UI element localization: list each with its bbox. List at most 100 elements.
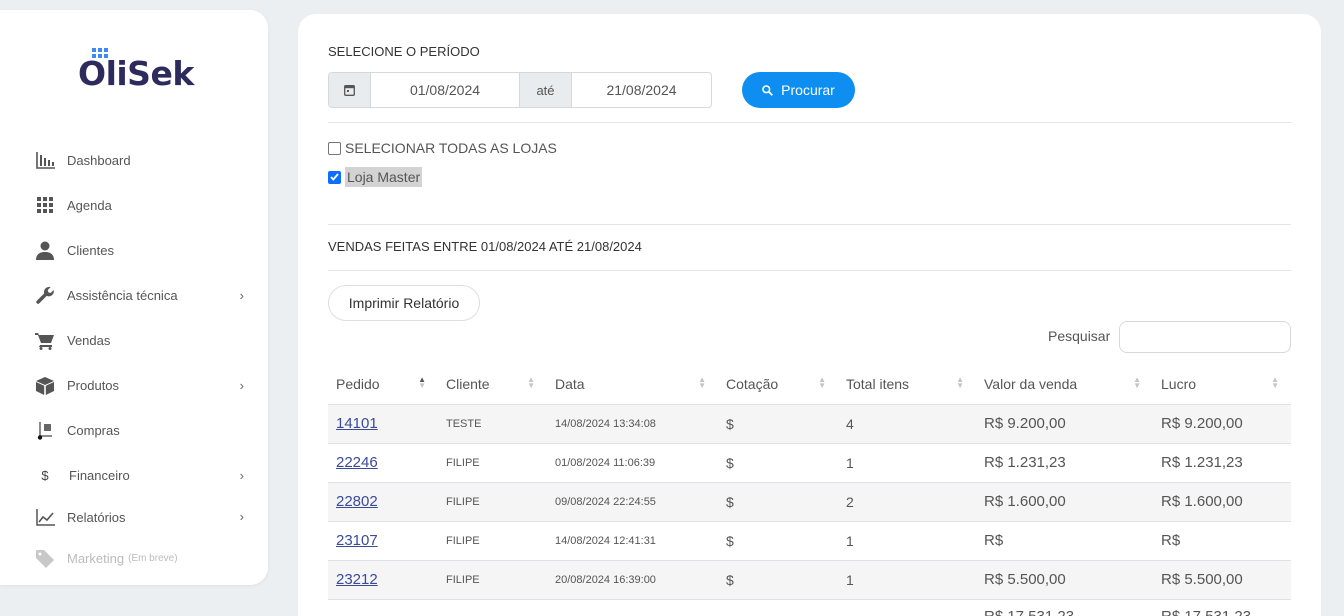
cell-itens: 1 xyxy=(838,443,976,483)
sales-table: Pedido ▲ ▼ Cliente ▲ ▼ Data ▲ ▼ Cotação ▲ ▼ Tota… xyxy=(328,364,1291,616)
sidebar-item-agenda[interactable]: Agenda xyxy=(34,183,254,228)
cell-cliente: FILIPE xyxy=(438,443,547,483)
sidebar-item-relatorios[interactable]: Relatórios › xyxy=(34,498,254,536)
date-range-group: 01/08/2024 até 21/08/2024 xyxy=(328,72,712,108)
sidebar-item-label: Agenda xyxy=(67,198,112,213)
total-valor: R$ 17.531,23 xyxy=(984,607,1075,616)
chevron-right-icon: › xyxy=(239,288,244,303)
dollar-icon: $ xyxy=(41,468,49,483)
check-icon xyxy=(330,173,339,181)
line-chart-icon xyxy=(34,507,56,527)
store-row: Loja Master xyxy=(328,167,423,187)
cell-cliente: FILIPE xyxy=(438,482,547,522)
sidebar-item-vendas[interactable]: Vendas xyxy=(34,318,254,363)
cell-lucro: R$ 9.200,00 xyxy=(1153,404,1291,444)
chevron-right-icon: › xyxy=(239,468,244,483)
cell-itens: 4 xyxy=(838,404,976,444)
box-icon xyxy=(34,376,56,396)
order-link[interactable]: 23107 xyxy=(336,532,378,549)
cell-cliente: FILIPE xyxy=(438,560,547,600)
date-to-input[interactable]: 21/08/2024 xyxy=(572,73,711,107)
cell-valor: R$ 1.231,23 xyxy=(976,443,1153,483)
sort-icon: ▲ ▼ xyxy=(956,375,964,390)
table-search-input[interactable] xyxy=(1119,321,1291,353)
search-button[interactable]: Procurar xyxy=(742,72,855,108)
table-row: 22246 FILIPE 01/08/2024 11:06:39 $ 1 R$ … xyxy=(328,443,1291,483)
dolly-icon xyxy=(34,421,56,441)
cell-data: 01/08/2024 11:06:39 xyxy=(547,443,718,483)
sidebar-item-dashboard[interactable]: Dashboard xyxy=(34,138,254,183)
sidebar-item-label: Marketing xyxy=(67,551,125,566)
cart-icon xyxy=(34,331,56,351)
tag-icon xyxy=(34,549,56,569)
user-icon xyxy=(34,241,56,261)
sidebar-item-produtos[interactable]: Produtos › xyxy=(34,363,254,408)
col-header-valor-venda[interactable]: Valor da venda ▲ ▼ xyxy=(976,364,1153,405)
sidebar-item-marketing: Marketing (Em breve) xyxy=(34,536,254,581)
col-header-pedido[interactable]: Pedido ▲ ▼ xyxy=(328,364,438,405)
search-button-label: Procurar xyxy=(781,82,835,98)
table-row: 14101 TESTE 14/08/2024 13:34:08 $ 4 R$ 9… xyxy=(328,404,1291,444)
cell-valor: R$ 5.500,00 xyxy=(976,560,1153,600)
col-header-data[interactable]: Data ▲ ▼ xyxy=(547,364,718,405)
order-link[interactable]: 14101 xyxy=(336,415,378,432)
date-from-input[interactable]: 01/08/2024 xyxy=(371,73,519,107)
sort-icon: ▲ ▼ xyxy=(527,375,535,390)
cell-lucro: R$ 1.231,23 xyxy=(1153,443,1291,483)
logo-o: O xyxy=(78,48,108,93)
table-row: 23107 FILIPE 14/08/2024 12:41:31 $ 1 R$ … xyxy=(328,521,1291,561)
order-link[interactable]: 22802 xyxy=(336,493,378,510)
sidebar-item-clientes[interactable]: Clientes xyxy=(34,228,254,273)
cell-valor: R$ 1.600,00 xyxy=(976,482,1153,522)
search-icon xyxy=(762,84,774,96)
cell-valor: R$ xyxy=(976,521,1153,561)
table-header-row: Pedido ▲ ▼ Cliente ▲ ▼ Data ▲ ▼ Cotação ▲ ▼ Tota… xyxy=(328,364,1291,405)
select-all-checkbox[interactable] xyxy=(328,141,341,155)
select-all-label[interactable]: SELECIONAR TODAS AS LOJAS xyxy=(345,140,557,156)
cell-cotacao: $ xyxy=(718,443,838,483)
calendar-icon[interactable] xyxy=(329,73,371,107)
divider xyxy=(328,224,1291,225)
sidebar-item-label: Financeiro xyxy=(69,468,130,483)
period-title: SELECIONE O PERÍODO xyxy=(328,44,480,59)
logo-dots-icon xyxy=(92,48,108,58)
cell-itens: 2 xyxy=(838,482,976,522)
sidebar-item-label: Vendas xyxy=(67,333,111,348)
sort-icon: ▲ ▼ xyxy=(1271,375,1279,390)
sidebar-item-label: Clientes xyxy=(67,243,114,258)
sort-icon: ▲ ▼ xyxy=(698,375,706,390)
cell-itens: 1 xyxy=(838,521,976,561)
date-separator: até xyxy=(519,73,572,107)
coming-soon-badge: (Em breve) xyxy=(128,553,178,564)
col-header-cotacao[interactable]: Cotação ▲ ▼ xyxy=(718,364,838,405)
order-link[interactable]: 23212 xyxy=(336,571,378,588)
cell-lucro: R$ 1.600,00 xyxy=(1153,482,1291,522)
col-header-total-itens[interactable]: Total itens ▲ ▼ xyxy=(838,364,976,405)
sidebar-item-financeiro[interactable]: $ Financeiro › xyxy=(34,453,254,498)
store-label[interactable]: Loja Master xyxy=(345,167,423,187)
cell-cotacao: $ xyxy=(718,404,838,444)
col-header-lucro[interactable]: Lucro ▲ ▼ xyxy=(1153,364,1291,405)
sidebar-item-label: Assistência técnica xyxy=(67,288,178,303)
sidebar-item-compras[interactable]: Compras xyxy=(34,408,254,453)
store-checkbox[interactable] xyxy=(328,170,341,184)
table-search-label: Pesquisar xyxy=(1048,328,1111,344)
sort-icon: ▲ ▼ xyxy=(818,375,826,390)
sidebar-item-label: Compras xyxy=(67,423,120,438)
bar-chart-icon xyxy=(34,151,56,171)
sort-icon: ▲ ▼ xyxy=(1133,375,1141,390)
table-total-row: R$ 17.531,23 R$ 17.531,23 xyxy=(328,599,1291,616)
brand-logo[interactable]: OliSek xyxy=(78,48,195,93)
cell-data: 14/08/2024 13:34:08 xyxy=(547,404,718,444)
sidebar-menu: Dashboard Agenda Clientes Assistência té… xyxy=(34,138,254,581)
logo-text: liSek xyxy=(105,54,195,93)
sidebar-item-assistencia[interactable]: Assistência técnica › xyxy=(34,273,254,318)
sidebar-item-label: Relatórios xyxy=(67,509,126,525)
print-report-button[interactable]: Imprimir Relatório xyxy=(328,285,480,321)
cell-lucro: R$ 5.500,00 xyxy=(1153,560,1291,600)
cell-data: 14/08/2024 12:41:31 xyxy=(547,521,718,561)
col-header-cliente[interactable]: Cliente ▲ ▼ xyxy=(438,364,547,405)
order-link[interactable]: 22246 xyxy=(336,454,378,471)
sales-title: VENDAS FEITAS ENTRE 01/08/2024 ATÉ 21/08… xyxy=(328,239,642,254)
wrench-icon xyxy=(34,286,56,306)
